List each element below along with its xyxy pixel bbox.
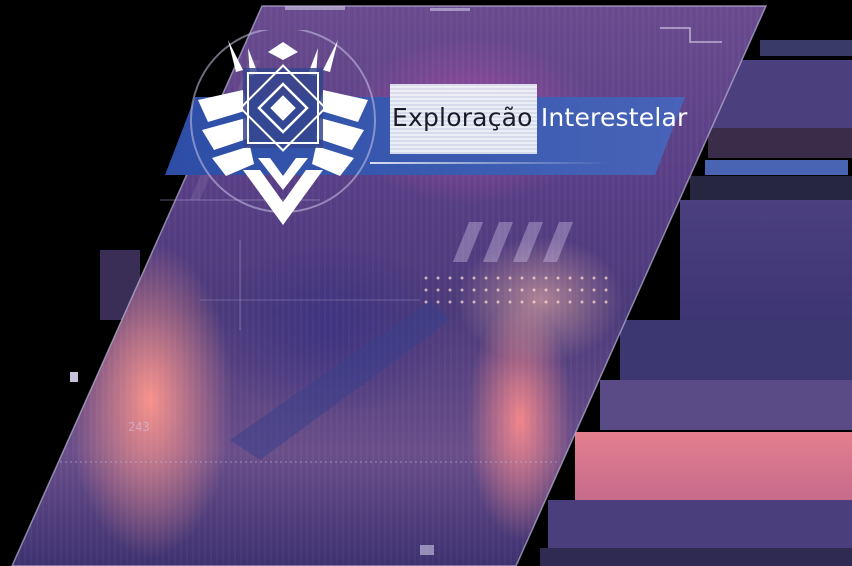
event-splash: 243 Exploração Interestelar (0, 0, 852, 566)
hud-code: 243 (128, 420, 150, 434)
glitch-strip (548, 500, 852, 548)
glitch-strip (620, 320, 852, 380)
event-title-part1: Exploração (392, 103, 533, 132)
glitch-strip (540, 548, 852, 566)
slash-marks-decoration (452, 222, 585, 262)
dot-grid-decoration (420, 272, 610, 308)
glitch-strip (70, 372, 78, 382)
winged-crest-emblem-icon (190, 30, 376, 225)
event-title: Exploração Interestelar (392, 103, 687, 132)
banner-stripe (705, 160, 848, 175)
glitch-strip (708, 128, 852, 158)
glitch-strip (600, 380, 852, 430)
glitch-strip (760, 40, 852, 56)
glitch-strip (690, 176, 852, 200)
glitch-strip (575, 432, 852, 502)
event-title-part2: Interestelar (532, 103, 688, 132)
banner-underline (370, 162, 610, 164)
glitch-strip (680, 200, 852, 320)
